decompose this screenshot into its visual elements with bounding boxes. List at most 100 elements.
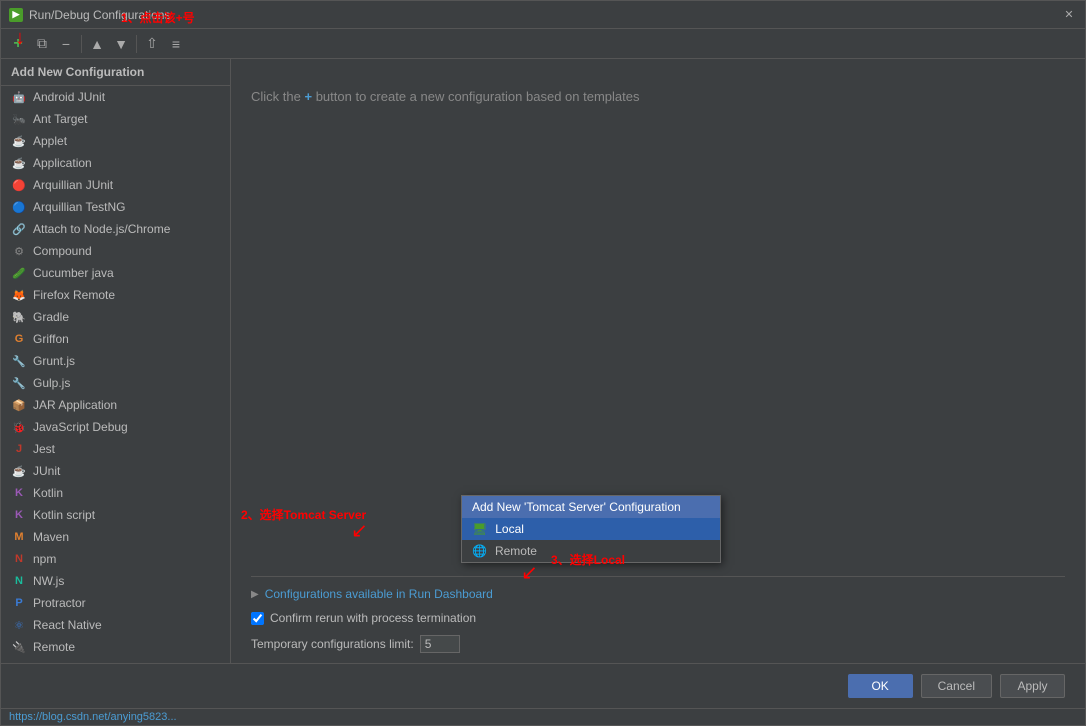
sidebar-item-application[interactable]: ☕ Application [1, 152, 230, 174]
sidebar-item-attach-nodejs[interactable]: 🔗 Attach to Node.js/Chrome [1, 218, 230, 240]
temp-config-input[interactable] [420, 635, 460, 653]
title-text: Run/Debug Configurations [29, 8, 170, 22]
up-icon: ▲ [90, 36, 104, 52]
sidebar-item-gulpjs[interactable]: 🔧 Gulp.js [1, 372, 230, 394]
sidebar-item-cucumber[interactable]: 🥒 Cucumber java [1, 262, 230, 284]
remote-icon: 🔌 [11, 639, 27, 655]
sidebar-label-maven: Maven [33, 530, 69, 544]
sidebar-label-gruntjs: Grunt.js [33, 354, 75, 368]
copy-button[interactable]: ⧉ [31, 33, 53, 55]
sidebar-item-react-native[interactable]: ⚛ React Native [1, 614, 230, 636]
sidebar-item-firefox-remote[interactable]: 🦊 Firefox Remote [1, 284, 230, 306]
ok-button[interactable]: OK [848, 674, 913, 698]
title-bar: ▶ Run/Debug Configurations ✕ [1, 1, 1085, 29]
share-button[interactable]: ⇧ [141, 33, 163, 55]
sidebar-item-jar-application[interactable]: 📦 JAR Application [1, 394, 230, 416]
sidebar-label-android-junit: Android JUnit [33, 90, 105, 104]
footer-buttons: OK Cancel Apply [1, 663, 1085, 708]
move-down-button[interactable]: ▼ [110, 33, 132, 55]
sidebar-item-arquillian-junit[interactable]: 🔴 Arquillian JUnit [1, 174, 230, 196]
gradle-icon: 🐘 [11, 309, 27, 325]
sidebar-item-griffon[interactable]: G Griffon [1, 328, 230, 350]
sidebar-item-arquillian-testng[interactable]: 🔵 Arquillian TestNG [1, 196, 230, 218]
sidebar-item-applet[interactable]: ☕ Applet [1, 130, 230, 152]
context-menu-label-local: Local [495, 522, 524, 536]
firefox-icon: 🦊 [11, 287, 27, 303]
confirm-checkbox[interactable] [251, 612, 264, 625]
sidebar-label-applet: Applet [33, 134, 67, 148]
sidebar-label-react-native: React Native [33, 618, 102, 632]
minus-icon: − [62, 36, 70, 52]
sidebar-label-protractor: Protractor [33, 596, 86, 610]
sidebar-item-jest[interactable]: J Jest [1, 438, 230, 460]
down-icon: ▼ [114, 36, 128, 52]
apply-button[interactable]: Apply [1000, 674, 1065, 698]
sidebar-item-javascript-debug[interactable]: 🐞 JavaScript Debug [1, 416, 230, 438]
cancel-button[interactable]: Cancel [921, 674, 992, 698]
sidebar-item-maven[interactable]: M Maven [1, 526, 230, 548]
jar-icon: 📦 [11, 397, 27, 413]
share-icon: ⇧ [146, 35, 158, 52]
plus-symbol: + [304, 89, 315, 104]
application-icon: ☕ [11, 155, 27, 171]
sidebar-label-attach-nodejs: Attach to Node.js/Chrome [33, 222, 170, 236]
sort-button[interactable]: ≡ [165, 33, 187, 55]
sidebar-label-junit: JUnit [33, 464, 60, 478]
sidebar-label-ant-target: Ant Target [33, 112, 87, 126]
right-panel-content: Click the + button to create a new confi… [231, 59, 1085, 556]
confirm-label: Confirm rerun with process termination [270, 611, 476, 625]
protractor-icon: P [11, 595, 27, 611]
context-menu: Add New 'Tomcat Server' Configuration 🖥 … [461, 495, 721, 563]
title-bar-left: ▶ Run/Debug Configurations [9, 8, 170, 22]
sidebar-item-gradle[interactable]: 🐘 Gradle [1, 306, 230, 328]
sidebar-item-ant-target[interactable]: 🐜 Ant Target [1, 108, 230, 130]
sidebar-label-javascript-debug: JavaScript Debug [33, 420, 128, 434]
sidebar-label-arquillian-testng: Arquillian TestNG [33, 200, 125, 214]
junit-icon: ☕ [11, 463, 27, 479]
sidebar-item-nwjs[interactable]: N NW.js [1, 570, 230, 592]
sidebar: Add New Configuration 🤖 Android JUnit 🐜 … [1, 59, 231, 663]
sidebar-label-application: Application [33, 156, 92, 170]
close-button[interactable]: ✕ [1061, 8, 1077, 22]
gulp-icon: 🔧 [11, 375, 27, 391]
sidebar-item-npm[interactable]: N npm [1, 548, 230, 570]
context-menu-item-local[interactable]: 🖥 Local [462, 518, 720, 540]
remove-button[interactable]: − [55, 33, 77, 55]
temp-config-label: Temporary configurations limit: [251, 637, 414, 651]
local-icon: 🖥 [472, 522, 487, 536]
nwjs-icon: N [11, 573, 27, 589]
temp-config-row: Temporary configurations limit: [251, 635, 1065, 653]
add-configuration-button[interactable]: + [7, 33, 29, 55]
cucumber-icon: 🥒 [11, 265, 27, 281]
dialog: 1、点击该+号 ▶ Run/Debug Configurations ✕ ↓ +… [0, 0, 1086, 726]
run-dashboard-row[interactable]: ▶ Configurations available in Run Dashbo… [251, 587, 1065, 601]
sidebar-item-protractor[interactable]: P Protractor [1, 592, 230, 614]
sidebar-item-gruntjs[interactable]: 🔧 Grunt.js [1, 350, 230, 372]
run-dashboard-link[interactable]: Configurations available in Run Dashboar… [265, 587, 493, 601]
sidebar-label-firefox-remote: Firefox Remote [33, 288, 115, 302]
context-menu-header[interactable]: Add New 'Tomcat Server' Configuration [462, 496, 720, 518]
sort-icon: ≡ [172, 36, 180, 52]
right-panel: Click the + button to create a new confi… [231, 59, 1085, 663]
sidebar-item-kotlin[interactable]: K Kotlin [1, 482, 230, 504]
toolbar-sep-2 [136, 35, 137, 53]
sidebar-label-nwjs: NW.js [33, 574, 64, 588]
sidebar-label-kotlin-script: Kotlin script [33, 508, 95, 522]
bottom-bar-text: https://blog.csdn.net/anying5823... [9, 711, 177, 723]
remote-menu-icon: 🌐 [472, 544, 487, 558]
divider-1 [251, 576, 1065, 577]
placeholder-text-after: button to create a new configuration bas… [316, 89, 640, 104]
jest-icon: J [11, 441, 27, 457]
bottom-section: ▶ Configurations available in Run Dashbo… [231, 556, 1085, 663]
applet-icon: ☕ [11, 133, 27, 149]
sidebar-item-android-junit[interactable]: 🤖 Android JUnit [1, 86, 230, 108]
kotlin-script-icon: K [11, 507, 27, 523]
context-menu-title: Add New 'Tomcat Server' Configuration [472, 500, 681, 514]
move-up-button[interactable]: ▲ [86, 33, 108, 55]
compound-icon: ⚙ [11, 243, 27, 259]
sidebar-item-kotlin-script[interactable]: K Kotlin script [1, 504, 230, 526]
sidebar-item-compound[interactable]: ⚙ Compound [1, 240, 230, 262]
context-menu-item-remote[interactable]: 🌐 Remote [462, 540, 720, 562]
sidebar-item-junit[interactable]: ☕ JUnit [1, 460, 230, 482]
sidebar-item-remote[interactable]: 🔌 Remote [1, 636, 230, 658]
